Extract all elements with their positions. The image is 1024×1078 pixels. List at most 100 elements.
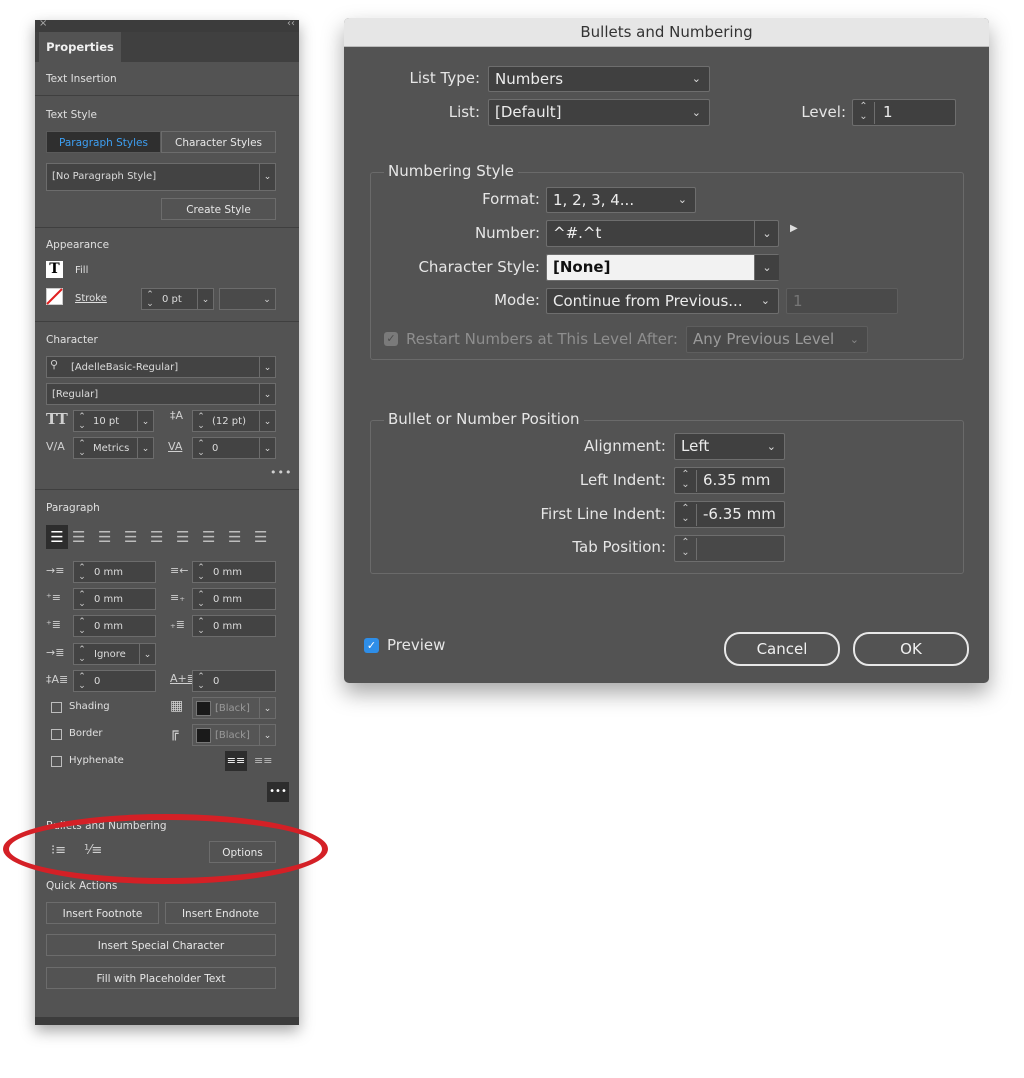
drop-cap-chars-value: 0 [213, 676, 220, 687]
panel-collapse-icon[interactable]: ‹‹ [287, 18, 295, 29]
fill-label: Fill [75, 265, 89, 276]
more-options-icon[interactable]: ••• [267, 782, 289, 802]
alignment-select[interactable]: Left ⌄ [674, 433, 785, 460]
character-style-value: [None] [553, 258, 611, 276]
panel-close-icon[interactable]: × [39, 18, 47, 29]
text-style-heading: Text Style [46, 109, 97, 121]
list-value: [Default] [495, 103, 562, 121]
create-style-button[interactable]: Create Style [161, 198, 276, 220]
fill-text-icon[interactable]: T [46, 261, 63, 278]
align-away-spine-icon[interactable]: ☰ [254, 525, 267, 549]
justify-all-icon[interactable]: ☰ [202, 525, 215, 549]
left-indent-value: 6.35 mm [703, 471, 771, 489]
left-indent-label: Left Indent: [579, 471, 666, 489]
stepper-icon[interactable]: ⌃ ⌄ [195, 673, 207, 691]
mode-select[interactable]: Continue from Previous... ⌄ [546, 288, 779, 314]
right-indent-value: 0 mm [213, 567, 243, 578]
right-indent-icon: ≡← [170, 564, 189, 577]
insert-endnote-button[interactable]: Insert Endnote [165, 902, 276, 924]
stepper-icon[interactable]: ⌃ ⌄ [76, 618, 88, 636]
position-group [370, 420, 964, 574]
mode-start-field: 1 [786, 288, 898, 314]
chevron-down-icon: ⌄ [677, 193, 687, 206]
ok-button[interactable]: OK [853, 632, 969, 666]
align-right-icon[interactable]: ☰ [98, 525, 111, 549]
hyphenate-checkbox[interactable] [51, 756, 62, 767]
stepper-icon[interactable]: ⌃ ⌄ [76, 646, 88, 664]
stepper-icon[interactable]: ⌃ ⌄ [675, 470, 697, 492]
divider [35, 95, 299, 96]
stepper-icon[interactable]: ⌃ ⌄ [853, 102, 875, 124]
stepper-icon[interactable]: ⌃ ⌄ [76, 440, 88, 458]
list-select[interactable]: [Default] ⌄ [488, 99, 710, 126]
mode-label: Mode: [494, 291, 540, 309]
tracking-value: 0 [212, 443, 219, 454]
character-style-select[interactable]: [None] [546, 254, 779, 281]
character-heading: Character [46, 334, 98, 346]
font-style-select[interactable]: [Regular] ⌄ [46, 383, 276, 405]
cancel-button[interactable]: Cancel [724, 632, 840, 666]
shading-checkbox[interactable] [51, 702, 62, 713]
number-value: ^#.^t [553, 224, 602, 242]
align-center-icon[interactable]: ☰ [72, 525, 85, 549]
stepper-icon[interactable]: ⌃ ⌄ [195, 440, 207, 458]
stepper-icon[interactable]: ⌃ ⌄ [195, 413, 207, 431]
fill-placeholder-text-button[interactable]: Fill with Placeholder Text [46, 967, 276, 989]
chevron-down-icon[interactable]: ⌄ [754, 255, 779, 280]
stepper-icon[interactable]: ⌃ ⌄ [76, 564, 88, 582]
divider [35, 227, 299, 228]
border-checkbox[interactable] [51, 729, 62, 740]
chevron-down-icon: ⌄ [263, 295, 271, 305]
list-type-select[interactable]: Numbers ⌄ [488, 66, 710, 92]
shading-color-value: [Black] [215, 703, 250, 714]
chevron-down-icon: ⌄ [137, 438, 153, 458]
stroke-label[interactable]: Stroke [75, 293, 107, 304]
font-family-select[interactable]: [AdelleBasic-Regular] ⌄ [46, 356, 276, 378]
mode-start-value: 1 [793, 292, 803, 310]
more-options-icon[interactable]: ••• [270, 466, 292, 479]
restart-numbers-checkbox: ✓ [384, 332, 398, 346]
tab-character-styles[interactable]: Character Styles [161, 131, 276, 153]
chevron-down-icon: ⌄ [849, 333, 859, 346]
chevron-down-icon[interactable]: ⌄ [754, 221, 779, 246]
insert-special-character-button[interactable]: Insert Special Character [46, 934, 276, 956]
leading-icon: ‡A [170, 409, 184, 422]
stepper-icon[interactable]: ⌃ ⌄ [195, 591, 207, 609]
align-towards-spine-icon[interactable]: ☰ [228, 525, 241, 549]
insert-footnote-button[interactable]: Insert Footnote [46, 902, 159, 924]
chevron-down-icon: ⌄ [259, 438, 275, 458]
stepper-icon[interactable]: ⌃ ⌄ [76, 673, 88, 691]
stepper-icon[interactable]: ⌃ ⌄ [675, 538, 697, 560]
align-left-icon[interactable]: ☰ [46, 525, 68, 549]
paragraph-composer-icon[interactable]: ≡≡ [254, 751, 272, 771]
list-label: List: [448, 103, 480, 121]
stepper-icon[interactable]: ⌃ ⌄ [76, 591, 88, 609]
stepper-icon[interactable]: ⌃ ⌄ [144, 291, 156, 309]
list-type-label: List Type: [409, 69, 481, 87]
single-line-composer-icon[interactable]: ≡≡ [225, 751, 247, 771]
justify-right-icon[interactable]: ☰ [176, 525, 189, 549]
font-family-value: [AdelleBasic-Regular] [71, 362, 179, 373]
tab-properties[interactable]: Properties [39, 32, 121, 62]
justify-center-icon[interactable]: ☰ [150, 525, 163, 549]
stepper-icon[interactable]: ⌃ ⌄ [195, 564, 207, 582]
restart-level-value: Any Previous Level [693, 330, 835, 348]
mode-value: Continue from Previous... [553, 292, 743, 310]
chevron-down-icon: ⌄ [259, 725, 275, 745]
insert-special-arrow-icon[interactable]: ▶ [790, 223, 798, 234]
paragraph-style-select[interactable]: [No Paragraph Style] ⌄ [46, 163, 276, 191]
stepper-icon[interactable]: ⌃ ⌄ [195, 618, 207, 636]
chevron-down-icon: ⌄ [259, 384, 275, 404]
stroke-none-icon[interactable] [46, 288, 63, 305]
stroke-type-select[interactable]: ⌄ [219, 288, 276, 310]
justify-left-icon[interactable]: ☰ [124, 525, 137, 549]
stepper-icon[interactable]: ⌃ ⌄ [675, 504, 697, 526]
tracking-icon: VA [168, 440, 183, 453]
preview-checkbox[interactable]: ✓ [364, 638, 379, 653]
chevron-down-icon: ⌄ [139, 644, 155, 664]
format-select[interactable]: 1, 2, 3, 4... ⌄ [546, 187, 696, 213]
stepper-icon[interactable]: ⌃ ⌄ [76, 413, 88, 431]
number-field[interactable]: ^#.^t [546, 220, 779, 247]
tab-paragraph-styles[interactable]: Paragraph Styles [46, 131, 161, 153]
divider [35, 489, 299, 490]
